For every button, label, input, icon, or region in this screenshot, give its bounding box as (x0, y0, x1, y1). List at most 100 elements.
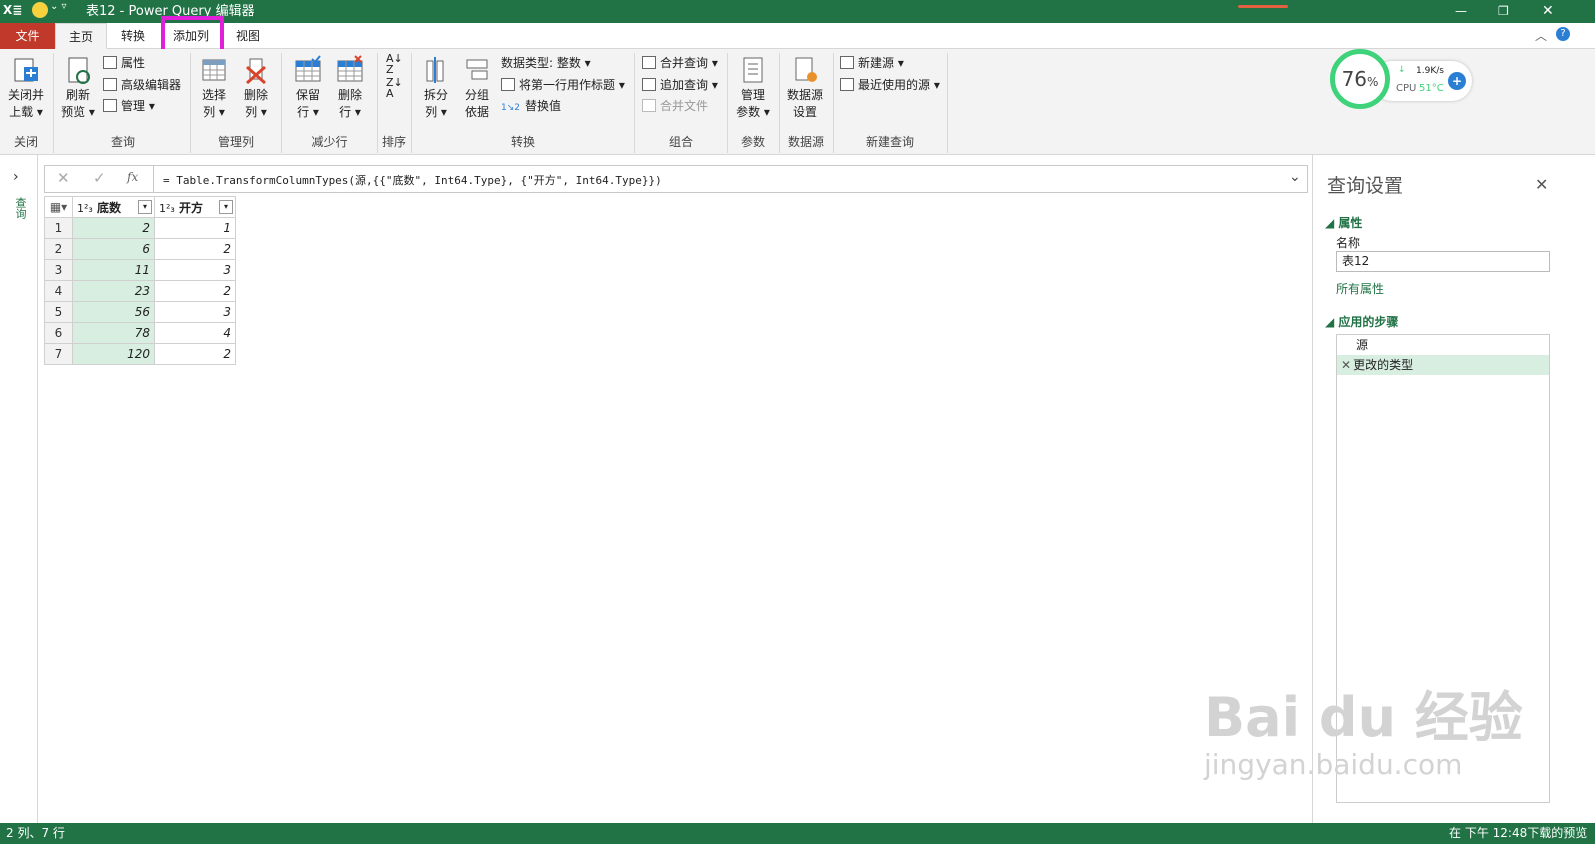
close-load-icon (11, 55, 41, 85)
combine-files-icon (642, 99, 656, 112)
tab-file[interactable]: 文件 (0, 23, 55, 49)
commit-formula-icon[interactable]: ✓ (93, 169, 106, 187)
remove-rows-icon (335, 55, 365, 85)
refresh-preview-button[interactable]: 刷新 预览 ▾ (58, 55, 98, 121)
name-input[interactable]: 表12 (1336, 251, 1550, 272)
minimize-icon[interactable]: — (1455, 0, 1467, 23)
cpu-temp: 51°C (1419, 83, 1444, 94)
combine-files-button[interactable]: 合并文件 (642, 96, 708, 116)
cell[interactable]: 3 (154, 259, 236, 281)
group-label-datasource: 数据源 (787, 135, 824, 149)
delete-step-icon[interactable]: ✕ (1341, 358, 1351, 372)
cell[interactable]: 56 (72, 301, 155, 323)
watermark-brand: Bai du 经验 (1204, 686, 1523, 749)
query-settings-title: 查询设置 (1327, 175, 1404, 197)
group-by-button[interactable]: 分组 依据 (458, 55, 496, 121)
keep-rows-button[interactable]: 保留行 ▾ (288, 55, 328, 121)
cell[interactable]: 2 (154, 343, 236, 365)
split-column-button[interactable]: 拆分列 ▾ (417, 55, 455, 121)
cell[interactable]: 78 (72, 322, 155, 344)
append-queries-button[interactable]: 追加查询 ▾ (642, 75, 718, 95)
collapse-ribbon-icon[interactable]: ︿ (1535, 27, 1547, 44)
filter-dropdown-icon[interactable]: ▾ (219, 200, 233, 214)
tab-view[interactable]: 视图 (228, 23, 268, 49)
expand-formula-icon[interactable]: ⌄ (1289, 169, 1301, 185)
formula-input[interactable]: = Table.TransformColumnTypes(源,{{"底数", I… (163, 172, 662, 188)
close-window-icon[interactable]: ✕ (1542, 0, 1554, 23)
cell[interactable]: 4 (154, 322, 236, 344)
cpu-label: CPU (1396, 83, 1417, 94)
cell[interactable]: 1 (154, 217, 236, 239)
cell[interactable]: 6 (72, 238, 155, 260)
filter-dropdown-icon[interactable]: ▾ (138, 200, 152, 214)
cell[interactable]: 120 (72, 343, 155, 365)
parameters-icon (738, 55, 768, 85)
replace-values-button[interactable]: 1↘2 替换值 (501, 96, 561, 116)
column-header-root[interactable]: 1²₃ 开方 ▾ (154, 196, 236, 218)
choose-columns-button[interactable]: 选择列 ▾ (195, 55, 233, 121)
close-load-button[interactable]: 关闭并 上载 ▾ (4, 55, 48, 121)
table-row[interactable]: 4 23 2 (44, 280, 236, 302)
remove-rows-button[interactable]: 删除行 ▾ (330, 55, 370, 121)
remove-columns-button[interactable]: 删除列 ▾ (237, 55, 275, 121)
step-item[interactable]: 源 (1337, 335, 1549, 355)
sort-ascending-button[interactable]: A↓ Z (386, 53, 403, 75)
cell[interactable]: 2 (154, 238, 236, 260)
excel-icon: X≣ (3, 3, 23, 17)
cancel-formula-icon[interactable]: ✕ (57, 169, 70, 187)
status-right: 在 下午 12:48下载的预览 (1449, 826, 1588, 840)
manage-parameters-button[interactable]: 管理 参数 ▾ (732, 55, 774, 121)
properties-section-header[interactable]: ◢ 属性 (1325, 214, 1362, 231)
fx-icon[interactable]: fx (127, 170, 138, 184)
table-row[interactable]: 3 11 3 (44, 259, 236, 281)
widget-plus-icon[interactable]: + (1448, 72, 1466, 90)
ribbon-tabs: 文件 主页 转换 添加列 视图 ︿ ? (0, 23, 1595, 49)
qat-dropdown-icon[interactable]: ⌄ ▿ (50, 1, 67, 12)
type-icon[interactable]: 1²₃ (77, 202, 93, 215)
column-header-base[interactable]: 1²₃ 底数 ▾ (72, 196, 155, 218)
table-row[interactable]: 262 (44, 238, 236, 260)
recent-sources-button[interactable]: 最近使用的源 ▾ (840, 75, 940, 95)
table-row[interactable]: 7 120 2 (44, 343, 236, 365)
table-row[interactable]: 5 56 3 (44, 301, 236, 323)
tab-home[interactable]: 主页 (55, 23, 107, 49)
close-pane-icon[interactable]: ✕ (1535, 175, 1548, 194)
queries-pane-label[interactable]: 查询 (12, 197, 28, 219)
new-source-button[interactable]: 新建源 ▾ (840, 53, 904, 73)
replace-icon: 1↘2 (501, 103, 520, 113)
smile-icon[interactable] (32, 2, 48, 18)
type-icon[interactable]: 1²₃ (159, 202, 175, 215)
help-icon[interactable]: ? (1556, 27, 1570, 41)
data-type-dropdown[interactable]: 数据类型: 整数 ▾ (501, 53, 591, 73)
table-menu-button[interactable]: ▦▾ (44, 196, 73, 218)
all-properties-link[interactable]: 所有属性 (1336, 280, 1384, 297)
cell[interactable]: 11 (72, 259, 155, 281)
group-label-query: 查询 (110, 135, 135, 149)
performance-widget[interactable]: 76% ↓ 1.9K/s CPU 51°C + (1328, 49, 1476, 113)
first-row-header-button[interactable]: 将第一行用作标题 ▾ (501, 75, 625, 95)
sort-descending-button[interactable]: Z↓ A (386, 77, 403, 99)
properties-button[interactable]: 属性 (103, 53, 145, 73)
restore-icon[interactable]: ❐ (1498, 0, 1509, 23)
column-name: 开方 (179, 200, 204, 215)
applied-steps-header[interactable]: ◢ 应用的步骤 (1325, 313, 1398, 330)
tab-transform[interactable]: 转换 (110, 23, 156, 49)
group-label-transform: 转换 (510, 135, 535, 149)
cell[interactable]: 3 (154, 301, 236, 323)
cell[interactable]: 2 (72, 217, 155, 239)
cell[interactable]: 23 (72, 280, 155, 302)
group-label-params: 参数 (740, 135, 765, 149)
datasource-settings-button[interactable]: 数据源 设置 (783, 55, 827, 121)
expand-pane-icon[interactable]: › (13, 169, 19, 185)
column-name: 底数 (97, 200, 122, 215)
group-label-manage-columns: 管理列 (217, 135, 254, 149)
table-row[interactable]: 6 78 4 (44, 322, 236, 344)
merge-queries-button[interactable]: 合并查询 ▾ (642, 53, 718, 73)
manage-button[interactable]: 管理 ▾ (103, 96, 155, 116)
row-number: 1 (44, 217, 73, 239)
cell[interactable]: 2 (154, 280, 236, 302)
new-source-icon (840, 56, 854, 69)
step-item-selected[interactable]: ✕ 更改的类型 (1337, 355, 1549, 375)
advanced-editor-button[interactable]: 高级编辑器 (103, 75, 181, 95)
table-row[interactable]: 121 (44, 217, 236, 239)
